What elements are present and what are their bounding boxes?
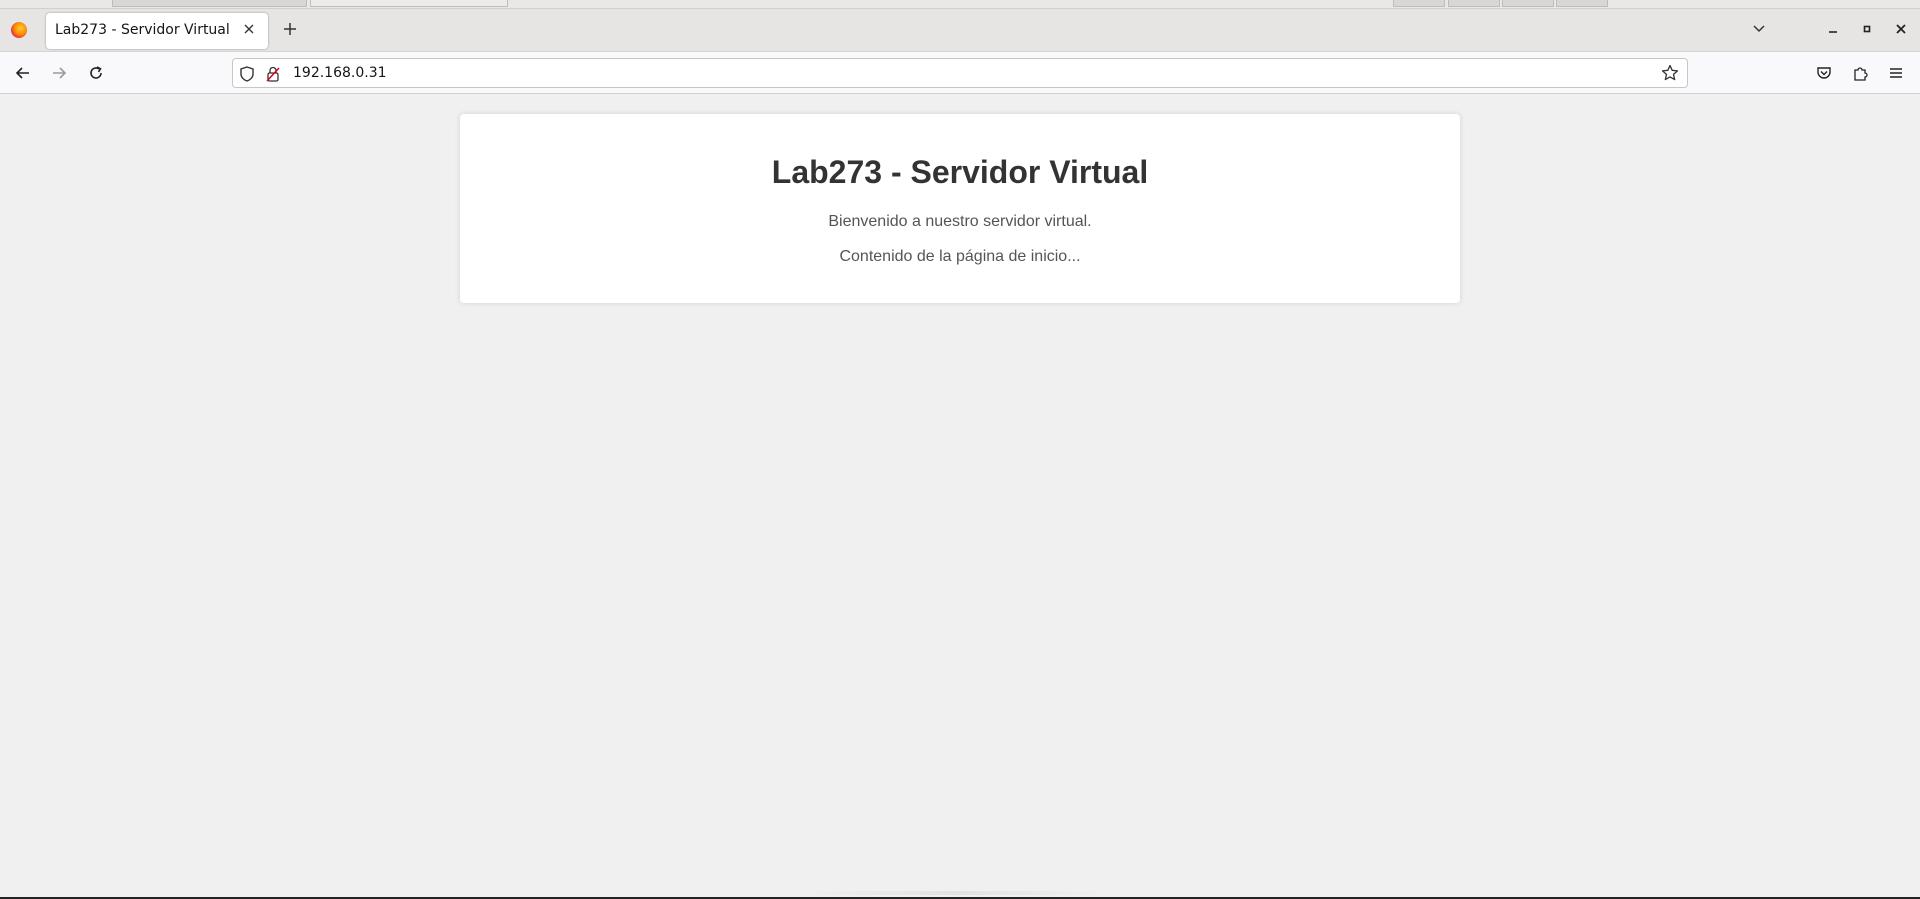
- tracking-protection-shield-icon[interactable]: [238, 65, 256, 83]
- address-bar[interactable]: 192.168.0.31: [232, 58, 1688, 88]
- minimize-icon[interactable]: [1824, 22, 1842, 40]
- workspace-button[interactable]: [1393, 0, 1445, 7]
- tab-active[interactable]: Lab273 - Servidor Virtual: [46, 13, 268, 49]
- forward-arrow-icon[interactable]: [47, 61, 71, 85]
- tab-bar: Lab273 - Servidor Virtual: [0, 9, 1920, 52]
- content-card: Lab273 - Servidor Virtual Bienvenido a n…: [460, 114, 1460, 303]
- maximize-icon[interactable]: [1858, 22, 1876, 40]
- url-text[interactable]: 192.168.0.31: [293, 65, 387, 81]
- workspace-button[interactable]: [1502, 0, 1554, 7]
- workspace-button[interactable]: [1556, 0, 1608, 7]
- workspace-button[interactable]: [1448, 0, 1500, 7]
- page-viewport: Lab273 - Servidor Virtual Bienvenido a n…: [0, 95, 1920, 899]
- system-top-strip: [0, 0, 1920, 9]
- taskbar-window-item[interactable]: [310, 0, 508, 7]
- list-all-tabs-chevron-down-icon[interactable]: [1751, 21, 1771, 41]
- tab-title: Lab273 - Servidor Virtual: [55, 22, 230, 38]
- firefox-logo-icon[interactable]: [11, 22, 27, 38]
- taskbar-window-item[interactable]: [112, 0, 307, 7]
- pocket-icon[interactable]: [1812, 61, 1836, 85]
- new-tab-plus-icon[interactable]: [280, 21, 300, 41]
- tab-close-icon[interactable]: [238, 19, 260, 41]
- reload-icon[interactable]: [84, 61, 108, 85]
- back-arrow-icon[interactable]: [11, 61, 35, 85]
- bookmark-star-icon[interactable]: [1661, 64, 1681, 84]
- welcome-text: Bienvenido a nuestro servidor virtual.: [828, 213, 1092, 230]
- close-window-icon[interactable]: [1892, 22, 1910, 40]
- insecure-connection-lock-icon[interactable]: [264, 65, 282, 83]
- scroll-shadow: [800, 891, 1110, 895]
- extensions-puzzle-icon[interactable]: [1848, 61, 1872, 85]
- hamburger-menu-icon[interactable]: [1884, 61, 1908, 85]
- navigation-toolbar: 192.168.0.31: [0, 52, 1920, 94]
- content-text: Contenido de la página de inicio...: [839, 248, 1081, 265]
- page-title: Lab273 - Servidor Virtual: [771, 154, 1149, 190]
